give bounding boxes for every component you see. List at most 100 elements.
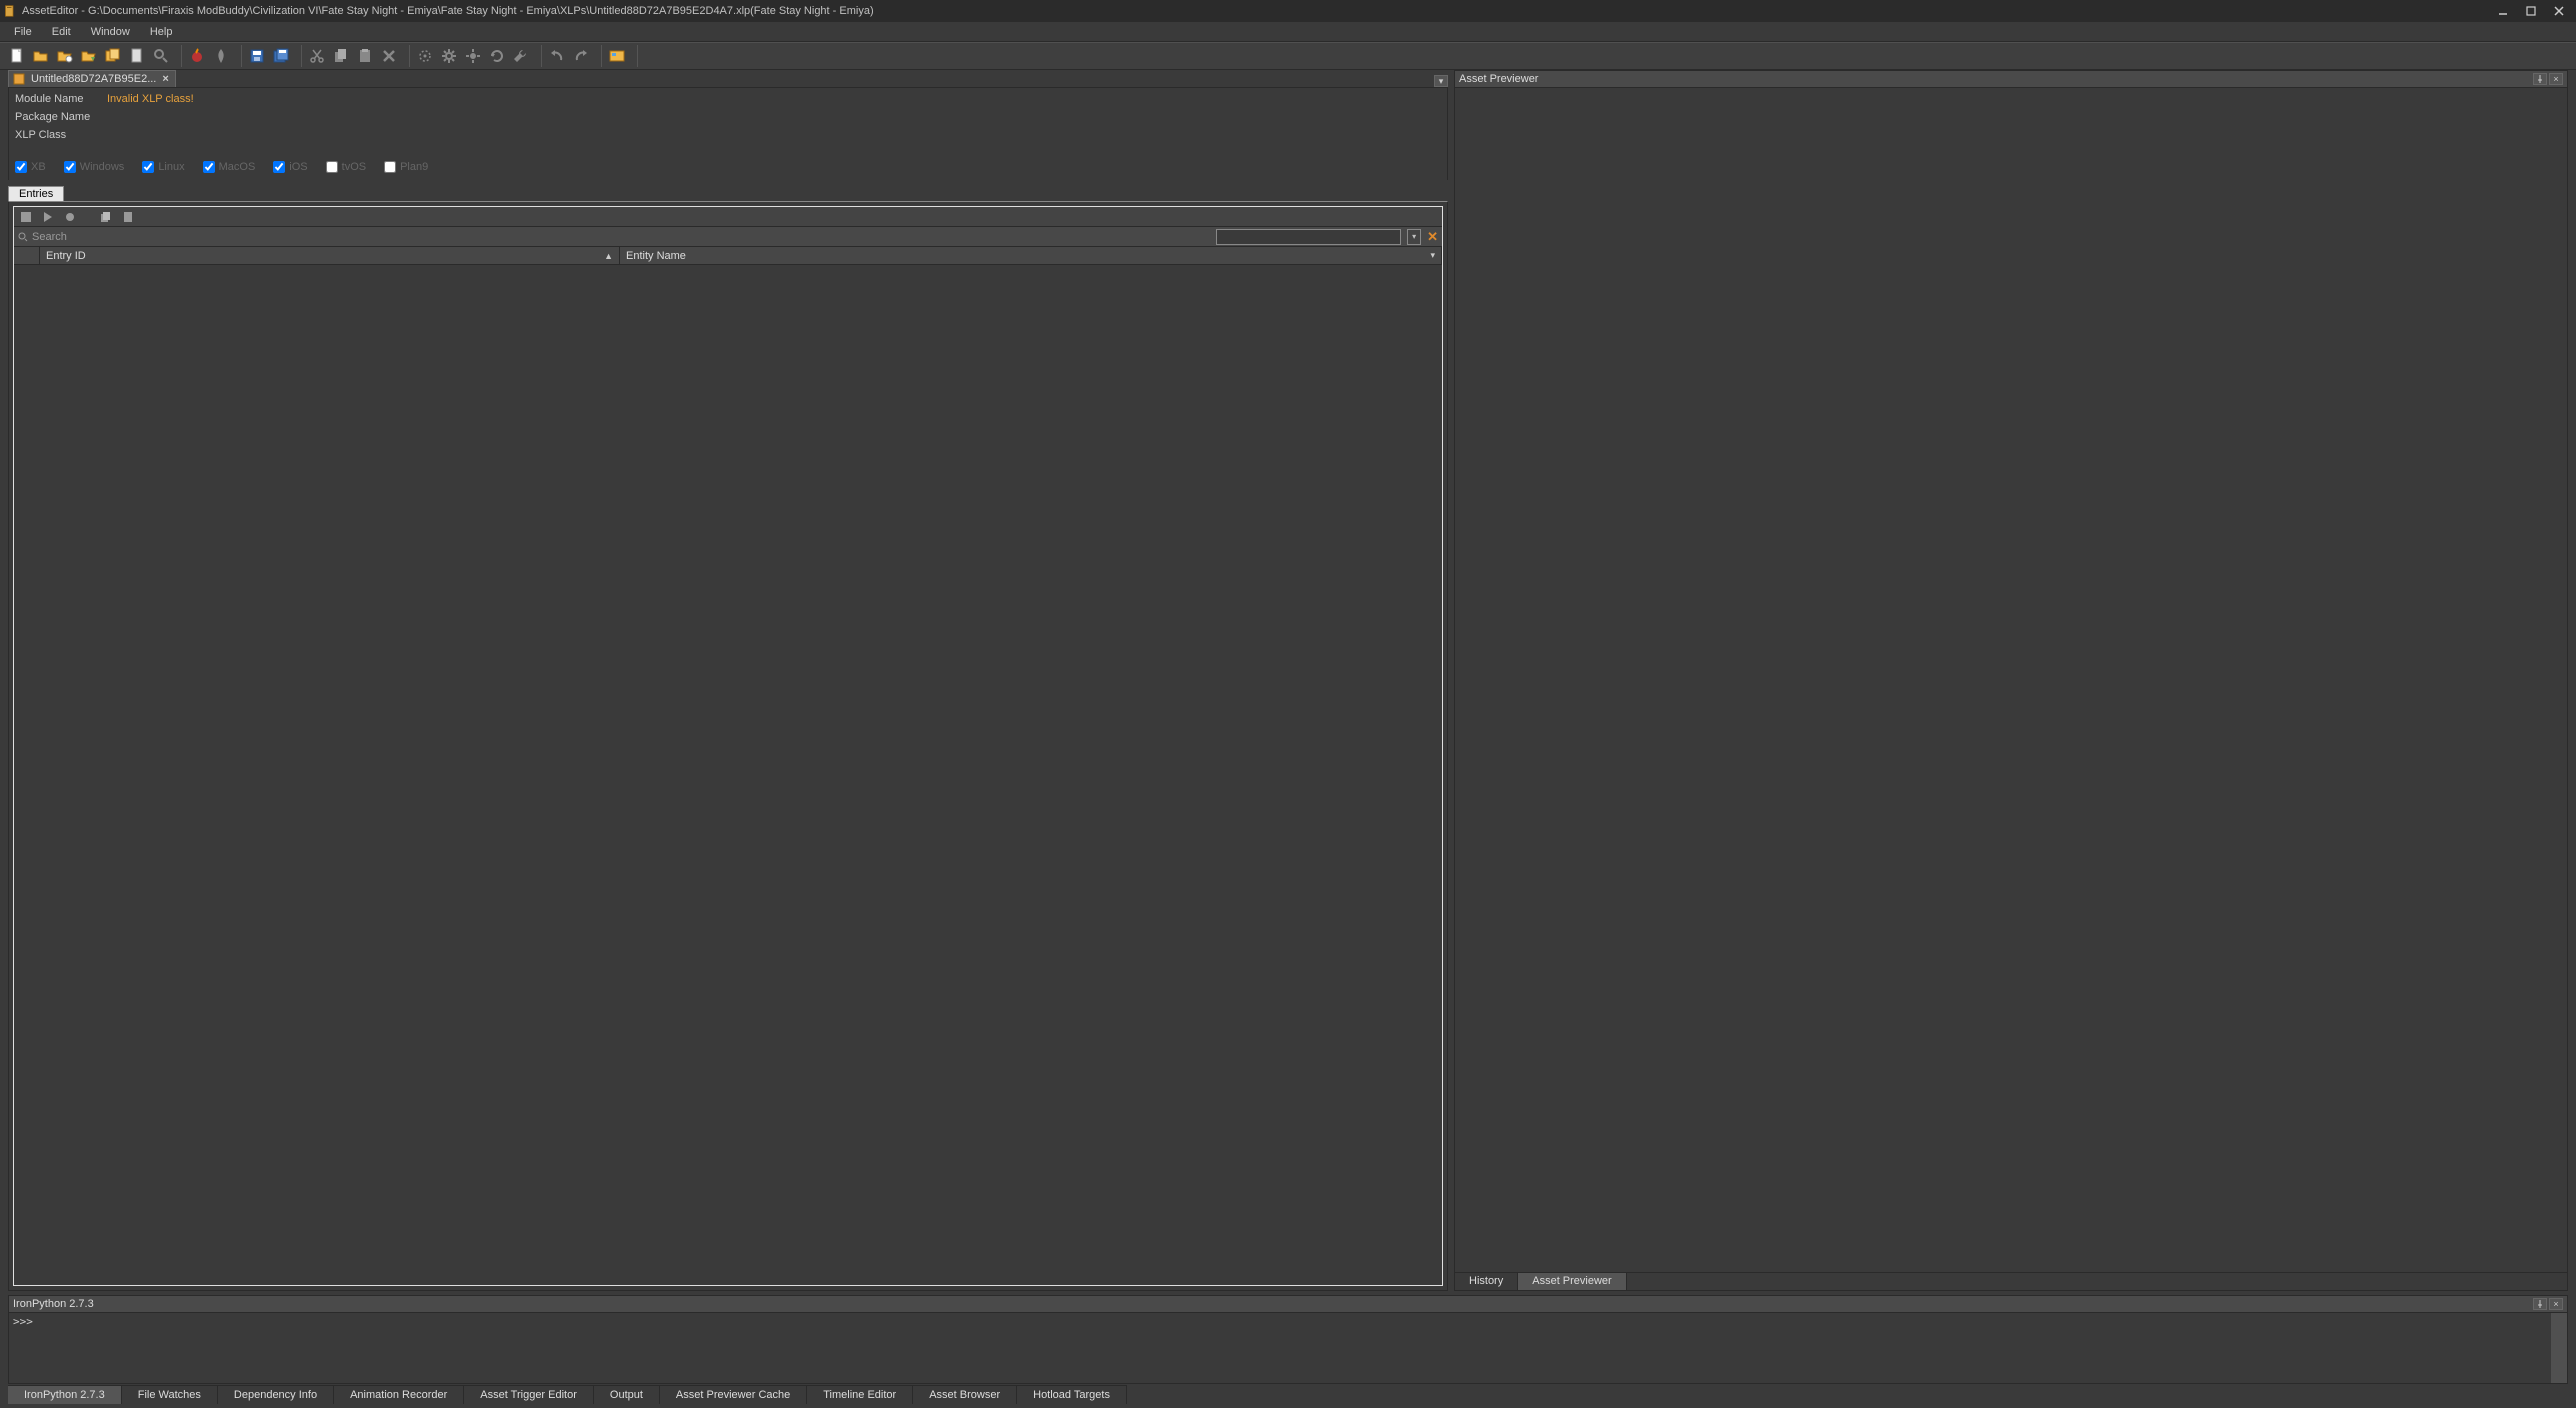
open-multi-button[interactable] <box>102 45 124 67</box>
titlebar: AssetEditor - G:\Documents\Firaxis ModBu… <box>0 0 2576 22</box>
bottom-tab-file-watches[interactable]: File Watches <box>122 1385 218 1404</box>
bottom-tab-timeline-editor[interactable]: Timeline Editor <box>807 1385 913 1404</box>
xlp-file-icon <box>13 73 25 85</box>
undo-button[interactable] <box>546 45 568 67</box>
redo-button[interactable] <box>570 45 592 67</box>
menu-window[interactable]: Window <box>83 24 138 40</box>
wrench-button[interactable] <box>510 45 532 67</box>
open-folder-2-button[interactable] <box>78 45 100 67</box>
toolbar-separator-5 <box>536 45 542 67</box>
bottom-tab-dependency-info[interactable]: Dependency Info <box>218 1385 334 1404</box>
xlp-class-label: XLP Class <box>15 129 95 141</box>
open-file-button[interactable] <box>30 45 52 67</box>
tab-asset-previewer[interactable]: Asset Previewer <box>1518 1273 1626 1290</box>
bottom-tab-ironpython[interactable]: IronPython 2.7.3 <box>8 1385 122 1404</box>
checkbox-ios-label: iOS <box>289 161 307 173</box>
menu-help[interactable]: Help <box>142 24 181 40</box>
bottom-tab-hotload-targets[interactable]: Hotload Targets <box>1017 1385 1127 1404</box>
entries-tab[interactable]: Entries <box>8 186 64 201</box>
checkbox-ios[interactable] <box>273 161 285 173</box>
save-all-button[interactable] <box>270 45 292 67</box>
add-entry-button[interactable] <box>18 209 34 225</box>
menu-edit[interactable]: Edit <box>44 24 79 40</box>
panel-pin-button[interactable] <box>2533 73 2547 85</box>
filter-dropdown[interactable]: ▾ <box>1407 229 1421 245</box>
bottom-tab-output[interactable]: Output <box>594 1385 660 1404</box>
column-entity-name[interactable]: Entity Name ▾ <box>620 247 1442 264</box>
sort-ascending-icon: ▲ <box>604 251 613 261</box>
search-icon <box>18 232 28 242</box>
document-tab-label: Untitled88D72A7B95E2... <box>31 73 156 85</box>
flame-button[interactable] <box>210 45 232 67</box>
circle-entry-button[interactable] <box>62 209 78 225</box>
checkbox-windows-label: Windows <box>80 161 125 173</box>
filter-input[interactable] <box>1216 229 1401 245</box>
checkbox-linux[interactable] <box>142 161 154 173</box>
console-scrollbar[interactable] <box>2551 1313 2567 1383</box>
checkbox-xb[interactable] <box>15 161 27 173</box>
save-button[interactable] <box>246 45 268 67</box>
main-toolbar <box>0 42 2576 70</box>
play-entry-button[interactable] <box>40 209 56 225</box>
bottom-tab-strip: IronPython 2.7.3 File Watches Dependency… <box>8 1384 2568 1404</box>
checkbox-macos-label: MacOS <box>219 161 256 173</box>
document-tab[interactable]: Untitled88D72A7B95E2... × <box>8 70 176 87</box>
bottom-tab-asset-previewer-cache[interactable]: Asset Previewer Cache <box>660 1385 807 1404</box>
world-builder-button[interactable] <box>606 45 628 67</box>
grid-corner-cell[interactable] <box>14 247 40 264</box>
checkbox-xb-label: XB <box>31 161 46 173</box>
console-title: IronPython 2.7.3 <box>13 1298 94 1310</box>
refresh-button[interactable] <box>486 45 508 67</box>
copy-button[interactable] <box>330 45 352 67</box>
menubar: File Edit Window Help <box>0 22 2576 42</box>
checkbox-plan9[interactable] <box>384 161 396 173</box>
maximize-button[interactable] <box>2518 2 2544 20</box>
toolbar-separator-7 <box>632 45 638 67</box>
search-button[interactable] <box>150 45 172 67</box>
cut-button[interactable] <box>306 45 328 67</box>
asset-previewer-panel: Asset Previewer × History Asset Previewe… <box>1454 70 2568 1291</box>
checkbox-windows[interactable] <box>64 161 76 173</box>
open-folder-button[interactable] <box>54 45 76 67</box>
menu-file[interactable]: File <box>6 24 40 40</box>
console-body[interactable]: >>> <box>9 1313 2567 1383</box>
panel-close-button[interactable]: × <box>2549 73 2563 85</box>
column-dropdown-icon: ▾ <box>1430 250 1435 261</box>
toolbar-separator-2 <box>236 45 242 67</box>
checkbox-macos[interactable] <box>203 161 215 173</box>
cook-button[interactable] <box>186 45 208 67</box>
module-name-label: Module Name <box>15 93 95 105</box>
toolbar-separator-3 <box>296 45 302 67</box>
bottom-tab-animation-recorder[interactable]: Animation Recorder <box>334 1385 464 1404</box>
grid-header: Entry ID ▲ Entity Name ▾ <box>14 247 1442 265</box>
module-name-value: Invalid XLP class! <box>107 93 194 105</box>
copy-entry-button[interactable] <box>98 209 114 225</box>
toolbar-separator-6 <box>596 45 602 67</box>
toolbar-separator-4 <box>404 45 410 67</box>
new-file-button[interactable] <box>6 45 28 67</box>
doc-button[interactable] <box>126 45 148 67</box>
minimize-button[interactable] <box>2490 2 2516 20</box>
doc-dropdown-button[interactable]: ▾ <box>1434 75 1448 87</box>
tab-history[interactable]: History <box>1455 1273 1518 1290</box>
window-title: AssetEditor - G:\Documents\Firaxis ModBu… <box>22 5 874 17</box>
close-button[interactable] <box>2546 2 2572 20</box>
console-pin-button[interactable] <box>2533 1298 2547 1310</box>
close-tab-icon[interactable]: × <box>162 73 168 85</box>
column-entry-id[interactable]: Entry ID ▲ <box>40 247 620 264</box>
entries-grid-panel: Search ▾ ✕ Entry ID ▲ Entity Name ▾ <box>13 206 1443 1286</box>
paste-button[interactable] <box>354 45 376 67</box>
doc-entry-button[interactable] <box>120 209 136 225</box>
asset-previewer-viewport[interactable]: History Asset Previewer <box>1455 88 2567 1290</box>
clear-filter-button[interactable]: ✕ <box>1427 229 1438 245</box>
gear-button[interactable] <box>438 45 460 67</box>
gear-2-button[interactable] <box>462 45 484 67</box>
bottom-tab-asset-trigger-editor[interactable]: Asset Trigger Editor <box>464 1385 594 1404</box>
bottom-tab-asset-browser[interactable]: Asset Browser <box>913 1385 1017 1404</box>
delete-button[interactable] <box>378 45 400 67</box>
grid-body[interactable] <box>14 265 1442 1285</box>
checkbox-tvos[interactable] <box>326 161 338 173</box>
connect-button[interactable] <box>414 45 436 67</box>
console-close-button[interactable]: × <box>2549 1298 2563 1310</box>
checkbox-linux-label: Linux <box>158 161 184 173</box>
